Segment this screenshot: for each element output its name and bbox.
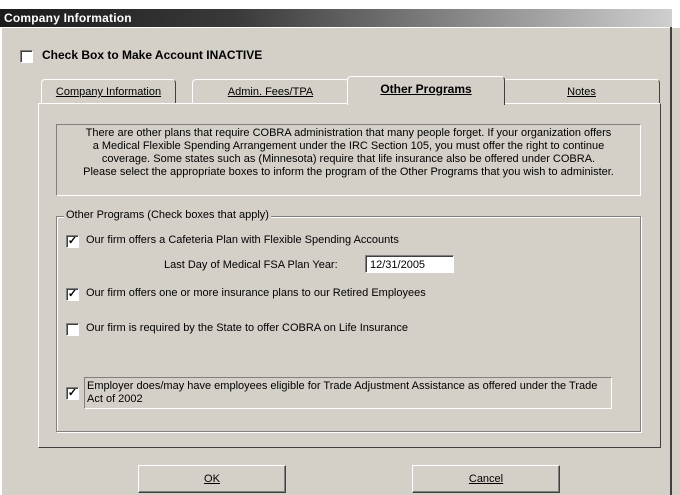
cafeteria-plan-label: Our firm offers a Cafeteria Plan with Fl… [86, 234, 399, 246]
info-line: coverage. Some states such as (Minnesota… [101, 153, 596, 165]
other-programs-group-legend: Other Programs (Check boxes that apply) [64, 209, 271, 221]
info-line: a Medical Flexible Spending Arrangement … [92, 140, 605, 152]
cobra-life-insurance-checkbox[interactable] [66, 323, 79, 336]
window-title: Company Information [4, 11, 132, 25]
fsa-date-input[interactable]: 12/31/2005 [365, 255, 454, 273]
info-line: Please select the appropriate boxes to i… [83, 166, 614, 178]
cancel-button-label: Cancel [468, 473, 504, 485]
window-left-edge [0, 27, 2, 495]
ok-button[interactable]: OK [138, 465, 286, 493]
title-bar: Company Information [0, 0, 680, 28]
cancel-button[interactable]: Cancel [412, 465, 560, 493]
tab-other-programs-label: Other Programs [380, 82, 472, 96]
cafeteria-plan-checkbox[interactable]: ✓ [66, 235, 79, 248]
cobra-life-insurance-label: Our firm is required by the State to off… [86, 322, 409, 334]
tab-admin-fees[interactable]: Admin. Fees/TPA [192, 79, 349, 104]
tab-admin-fees-label: Admin. Fees/TPA [227, 86, 314, 98]
tab-other-programs[interactable]: Other Programs [347, 76, 505, 105]
tab-notes[interactable]: Notes [503, 79, 660, 104]
retired-employees-checkbox[interactable]: ✓ [66, 288, 79, 301]
info-text-box: There are other plans that require COBRA… [56, 124, 641, 196]
trade-adjustment-checkbox[interactable]: ✓ [66, 387, 79, 400]
ok-button-label: OK [204, 473, 220, 485]
retired-employees-label: Our firm offers one or more insurance pl… [86, 287, 426, 299]
fsa-date-label: Last Day of Medical FSA Plan Year: [164, 259, 338, 271]
tab-company-information-label: Company Information [55, 86, 162, 98]
info-line: There are other plans that require COBRA… [85, 127, 612, 139]
inactive-checkbox[interactable] [20, 50, 33, 63]
tab-notes-label: Notes [567, 86, 596, 98]
window-right-edge [670, 27, 672, 495]
inactive-checkbox-label: Check Box to Make Account INACTIVE [42, 48, 263, 62]
trade-adjustment-label: Employer does/may have employees eligibl… [84, 377, 612, 409]
tab-company-information[interactable]: Company Information [41, 79, 176, 104]
